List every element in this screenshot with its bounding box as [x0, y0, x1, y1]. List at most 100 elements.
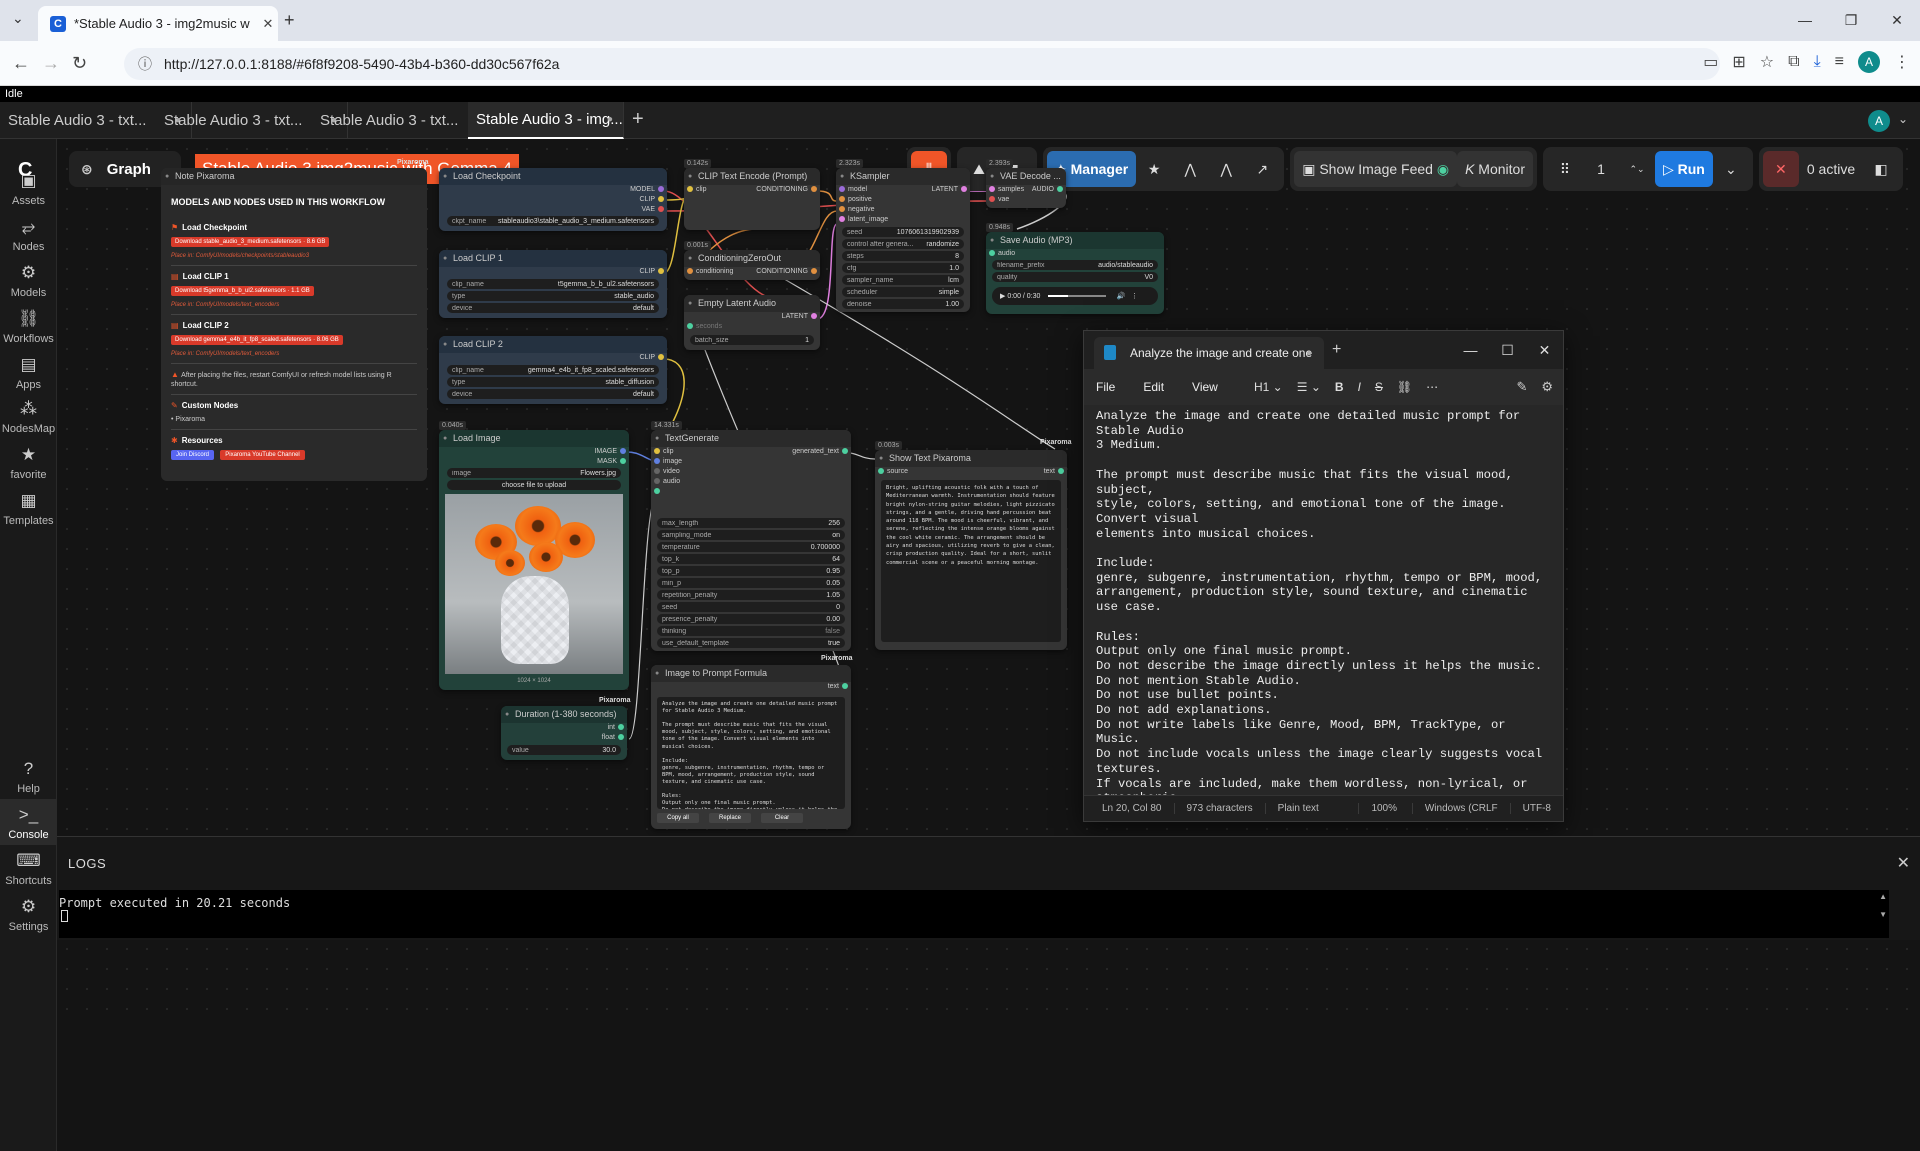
run-options-chevron-icon[interactable]: ⌄: [1713, 151, 1749, 187]
textgen-widget[interactable]: seed 0: [657, 602, 845, 612]
input-samples[interactable]: samples: [986, 186, 1024, 193]
download-link[interactable]: Download t5gemma_b_b_ul2.safetensors · 1…: [171, 286, 314, 296]
input-model[interactable]: model: [836, 186, 867, 193]
ksampler-widget[interactable]: scheduler simple: [842, 287, 964, 297]
ksampler-widget[interactable]: sampler_name lcm: [842, 275, 964, 285]
show-image-feed-button[interactable]: ▣ Show Image Feed ◉: [1294, 151, 1458, 187]
new-workflow-icon[interactable]: +: [632, 108, 644, 131]
bold-icon[interactable]: B: [1335, 380, 1344, 394]
clip-text-encode-node[interactable]: CLIP Text Encode (Prompt) clip CONDITION…: [684, 168, 820, 230]
output-generated-text[interactable]: generated_text: [792, 448, 851, 455]
join-discord-button[interactable]: Join Discord: [171, 450, 215, 460]
input-prompt[interactable]: [651, 488, 663, 495]
new-tab-icon[interactable]: +: [1332, 341, 1341, 359]
vae-decode-node[interactable]: VAE Decode ... samples vae AUDIO: [986, 168, 1066, 208]
input-source[interactable]: source: [875, 468, 908, 475]
profile-avatar[interactable]: A: [1858, 51, 1880, 73]
sidebar-item-assets[interactable]: ▣ Assets: [0, 171, 57, 207]
replace-button[interactable]: Replace: [709, 813, 751, 823]
upload-button[interactable]: choose file to upload: [447, 480, 621, 490]
tab-search-icon[interactable]: ⌄: [12, 10, 24, 27]
scroll-arrows-icon[interactable]: ▲ ▼: [1879, 892, 1887, 919]
default-template-toggle[interactable]: use_default_template true: [657, 638, 845, 648]
workflow-tab-active[interactable]: Stable Audio 3 - img... ●: [468, 102, 624, 139]
browser-menu-icon[interactable]: ⋮: [1894, 52, 1910, 72]
output-conditioning[interactable]: CONDITIONING: [756, 268, 820, 275]
thinking-toggle[interactable]: thinking false: [657, 626, 845, 636]
sidebar-item-shortcuts[interactable]: ⌨ Shortcuts: [0, 851, 57, 887]
clip-name-select[interactable]: clip_name gemma4_e4b_it_fp8_scaled.safete…: [447, 365, 659, 375]
sidebar-item-templates[interactable]: ▦ Templates: [0, 491, 57, 527]
output-audio[interactable]: AUDIO: [1032, 186, 1066, 193]
sidebar-item-apps[interactable]: ▤ Apps: [0, 355, 57, 391]
output-clip[interactable]: CLIP: [639, 268, 667, 275]
minimize-icon[interactable]: —: [1452, 331, 1489, 369]
duration-node[interactable]: Duration (1-380 seconds) int float value…: [501, 706, 627, 760]
copilot-icon[interactable]: ✎: [1516, 379, 1527, 395]
star-icon[interactable]: ★: [1136, 151, 1172, 187]
output-float[interactable]: float: [602, 734, 627, 741]
input-image[interactable]: image: [651, 458, 682, 465]
textgen-widget[interactable]: max_length 256: [657, 518, 845, 528]
output-int[interactable]: int: [608, 724, 627, 731]
textgen-widget[interactable]: presence_penalty 0.00: [657, 614, 845, 624]
sidebar-item-favorite[interactable]: ★ favorite: [0, 445, 57, 481]
show-text-node[interactable]: Show Text Pixaroma source text Bright, u…: [875, 450, 1067, 650]
url-field[interactable]: ⓘ http://127.0.0.1:8188/#6f8f9208-5490-4…: [124, 48, 1720, 80]
output-clip[interactable]: CLIP: [639, 354, 667, 361]
minimize-icon[interactable]: —: [1782, 0, 1828, 40]
downloads-icon[interactable]: ⤓: [1814, 53, 1821, 71]
browser-tab[interactable]: C *Stable Audio 3 - img2music w ✕: [38, 6, 278, 41]
zoom-level[interactable]: 100%: [1359, 803, 1413, 814]
input-negative[interactable]: negative: [836, 206, 874, 213]
clear-button[interactable]: Clear: [761, 813, 803, 823]
menu-view[interactable]: View: [1192, 380, 1218, 394]
logs-terminal[interactable]: Prompt executed in 20.21 seconds ▲ ▼: [59, 890, 1889, 938]
sidebar-item-workflows[interactable]: ⛓ Workflows: [0, 309, 57, 345]
textgen-widget[interactable]: repetition_penalty 1.05: [657, 590, 845, 600]
copy-all-button[interactable]: Copy all: [657, 813, 699, 823]
clip-device-select[interactable]: device default: [447, 389, 659, 399]
notepad-text-area[interactable]: Analyze the image and create one detaile…: [1084, 405, 1563, 797]
more-icon[interactable]: ⋯: [1426, 380, 1438, 394]
duration-value-stepper[interactable]: value 30.0: [507, 745, 621, 755]
play-icon[interactable]: ▶: [1000, 292, 1005, 300]
close-window-icon[interactable]: ✕: [1874, 0, 1920, 40]
input-conditioning[interactable]: conditioning: [684, 268, 733, 275]
share-icon[interactable]: ↗: [1244, 151, 1280, 187]
audio-seek-bar[interactable]: [1048, 295, 1107, 297]
load-clip-1-node[interactable]: Load CLIP 1 CLIP clip_namet5gemma_b_b_ul…: [439, 250, 667, 318]
run-button[interactable]: ▷ Run: [1654, 151, 1713, 187]
menu-edit[interactable]: Edit: [1143, 380, 1164, 394]
input-seconds[interactable]: seconds: [684, 323, 722, 330]
sidebar-item-nodesmap[interactable]: ⁂ NodesMap: [0, 399, 57, 435]
download-link[interactable]: Download gemma4_e4b_it_fp8_scaled.safete…: [171, 335, 343, 345]
empty-latent-audio-node[interactable]: Empty Latent Audio LATENT seconds batch_…: [684, 295, 820, 350]
gear-icon[interactable]: ⚙: [1541, 379, 1553, 395]
menu-file[interactable]: File: [1096, 380, 1115, 394]
ksampler-widget[interactable]: control after genera... randomize: [842, 239, 964, 249]
text-generate-node[interactable]: TextGenerate generated_text clip image v…: [651, 430, 851, 651]
output-text[interactable]: text: [828, 683, 851, 690]
output-conditioning[interactable]: CONDITIONING: [756, 186, 820, 193]
restore-icon[interactable]: ❐: [1828, 0, 1874, 40]
site-info-icon[interactable]: ⓘ: [138, 54, 152, 74]
text-format[interactable]: Plain text: [1266, 803, 1360, 814]
close-icon[interactable]: ✕: [1897, 853, 1910, 873]
sidebar-item-nodes[interactable]: ⥂ Nodes: [0, 217, 57, 253]
input-positive[interactable]: positive: [836, 196, 872, 203]
clip-type-select[interactable]: type stable_diffusion: [447, 377, 659, 387]
close-tab-icon[interactable]: ✕: [258, 16, 278, 32]
chevron-down-icon[interactable]: ⌄: [1898, 112, 1908, 126]
save-audio-node[interactable]: Save Audio (MP3) audio filename_prefix au…: [986, 232, 1164, 314]
download-link[interactable]: Download stable_audio_3_medium.safetenso…: [171, 237, 330, 247]
youtube-button[interactable]: Pixaroma YouTube Channel: [220, 450, 305, 460]
conditioning-zero-out-node[interactable]: ConditioningZeroOut conditioning CONDITI…: [684, 250, 820, 280]
note-pixaroma-node[interactable]: Note Pixaroma MODELS AND NODES USED IN T…: [161, 168, 427, 481]
ksampler-widget[interactable]: denoise 1.00: [842, 299, 964, 309]
ckpt-name-select[interactable]: ckpt_name stableaudio3\stable_audio_3_med…: [447, 216, 659, 226]
link-icon[interactable]: ⛓: [1397, 380, 1412, 394]
clip-name-select[interactable]: clip_name t5gemma_b_b_ul2.safetensors: [447, 279, 659, 289]
textgen-widget[interactable]: top_p 0.95: [657, 566, 845, 576]
drag-handle-icon[interactable]: ⠿: [1547, 151, 1583, 187]
